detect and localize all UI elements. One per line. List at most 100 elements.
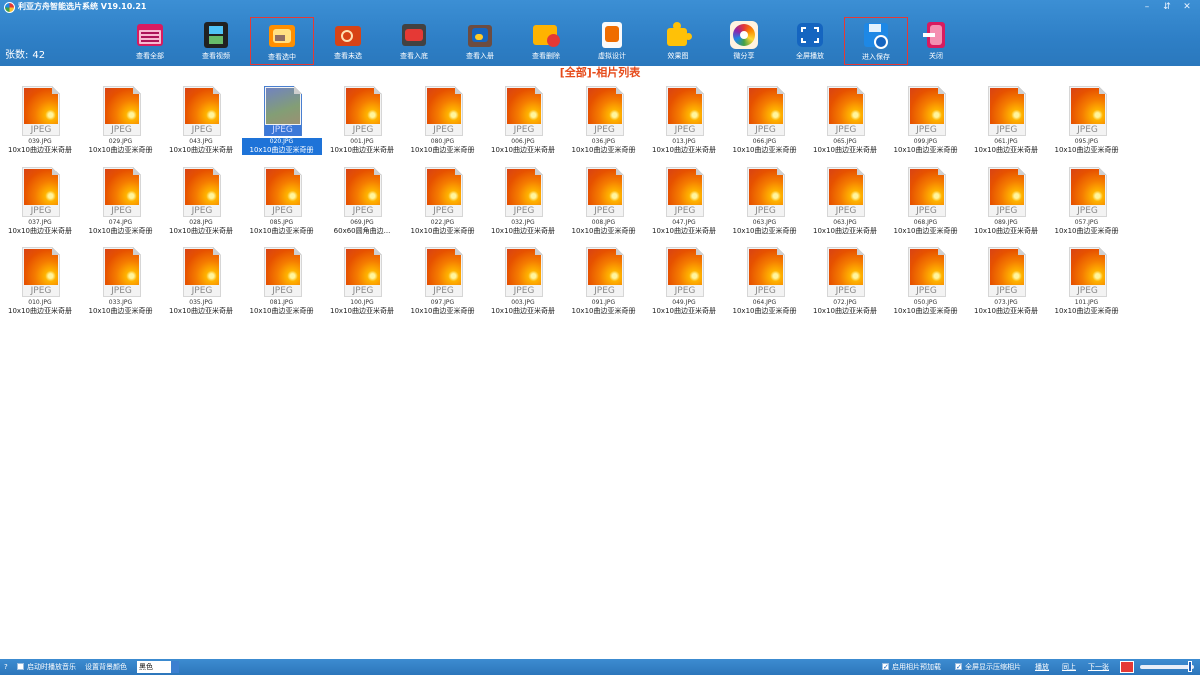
photo-tile[interactable]: JPEG 047.JPG 10x10曲边亚米奇册	[644, 163, 724, 241]
next-button[interactable]: 下一张	[1088, 659, 1109, 675]
photo-tile[interactable]: JPEG 080.JPG 10x10曲边亚米奇册	[403, 82, 483, 160]
page-fold	[535, 86, 543, 94]
previous-button[interactable]: 同上	[1062, 659, 1076, 675]
view-selected-button[interactable]: 查看选中	[250, 17, 314, 65]
fullscreen-compressed-option[interactable]: 全屏显示压缩相片	[955, 659, 1021, 675]
photo-tile[interactable]: JPEG 020.JPG 10x10曲边亚米奇册	[241, 82, 322, 160]
photo-tile[interactable]: JPEG 010.JPG 10x10曲边亚米奇册	[0, 243, 80, 321]
photo-tile[interactable]: JPEG 073.JPG 10x10曲边亚米奇册	[966, 243, 1046, 321]
photo-description: 10x10曲边亚米奇册	[330, 307, 394, 315]
jpeg-file-icon: JPEG	[183, 166, 221, 217]
film-clapper-icon	[399, 20, 429, 50]
page-fold	[132, 86, 141, 94]
photo-tile[interactable]: JPEG 063.JPG 10x10曲边亚米奇册	[805, 163, 885, 241]
play-button[interactable]: 播放	[1035, 659, 1049, 675]
save-disk-icon	[861, 21, 891, 51]
page-fold	[857, 86, 865, 94]
photo-tile[interactable]: JPEG 099.JPG 10x10曲边亚米奇册	[886, 82, 966, 160]
view-deleted-button[interactable]: 查看删除	[514, 17, 578, 65]
view-album-button[interactable]: 查看入册	[448, 17, 512, 65]
view-selected-label: 查看选中	[268, 53, 296, 61]
photo-tile[interactable]: JPEG 029.JPG 10x10曲边亚米奇册	[81, 82, 161, 160]
photo-tile[interactable]: JPEG 003.JPG 10x10曲边亚米奇册	[483, 243, 563, 321]
jpeg-file-icon: JPEG	[666, 166, 704, 217]
photo-tile[interactable]: JPEG 008.JPG 10x10曲边亚米奇册	[564, 163, 644, 241]
fullscreen-play-button[interactable]: 全屏播放	[778, 17, 842, 65]
music-option[interactable]: 启动时播放音乐	[17, 659, 76, 675]
photo-tile[interactable]: JPEG 035.JPG 10x10曲边亚米奇册	[161, 243, 241, 321]
preload-checkbox[interactable]	[882, 659, 889, 675]
view-all-button[interactable]: 查看全部	[118, 17, 182, 65]
photo-description: 10x10曲边亚米奇册	[249, 307, 314, 315]
view-video-button[interactable]: 查看视频	[184, 17, 248, 65]
photo-tile[interactable]: JPEG 066.JPG 10x10曲边亚米奇册	[725, 82, 805, 160]
view-unselected-button[interactable]: 查看未选	[316, 17, 380, 65]
file-type-label: JPEG	[433, 125, 454, 135]
photo-tile[interactable]: JPEG 013.JPG 10x10曲边亚米奇册	[644, 82, 724, 160]
photo-filename: 028.JPG	[189, 218, 213, 226]
page-fold	[213, 247, 221, 255]
photo-tile[interactable]: JPEG 064.JPG 10x10曲边亚米奇册	[725, 243, 805, 321]
photo-tile[interactable]: JPEG 101.JPG 10x10曲边亚米奇册	[1047, 243, 1127, 321]
photo-description: 10x10曲边亚米奇册	[88, 146, 153, 154]
jpeg-file-icon: JPEG	[424, 86, 463, 136]
jpeg-file-icon: JPEG	[1068, 86, 1107, 136]
photo-tile[interactable]: JPEG 036.JPG 10x10曲边亚米奇册	[564, 82, 644, 160]
zoom-slider[interactable]	[1140, 661, 1194, 672]
photo-tile[interactable]: JPEG 049.JPG 10x10曲边亚米奇册	[644, 243, 724, 321]
view-base-button[interactable]: 查看入底	[382, 17, 446, 65]
virtual-design-button[interactable]: 虚拟设计	[580, 17, 644, 65]
jpeg-file-icon: JPEG	[22, 247, 60, 297]
photo-description: 10x10曲边亚米奇册	[571, 307, 636, 315]
zoom-slider-handle[interactable]	[1188, 661, 1192, 672]
photo-tile[interactable]: JPEG 057.JPG 10x10曲边亚米奇册	[1047, 163, 1127, 241]
photo-tile[interactable]: JPEG 001.JPG 10x10曲边亚米奇册	[322, 82, 402, 160]
photo-tile[interactable]: JPEG 050.JPG 10x10曲边亚米奇册	[886, 243, 966, 321]
photo-tile[interactable]: JPEG 028.JPG 10x10曲边亚米奇册	[161, 163, 241, 241]
photo-tile[interactable]: JPEG 069.JPG 60x60圆角曲边...	[322, 163, 402, 241]
photo-tile[interactable]: JPEG 072.JPG 10x10曲边亚米奇册	[805, 243, 885, 321]
photo-tile[interactable]: JPEG 085.JPG 10x10曲边亚米奇册	[242, 163, 322, 241]
photo-description: 10x10曲边亚米奇册	[491, 226, 555, 235]
photo-tile[interactable]: JPEG 081.JPG 10x10曲边亚米奇册	[242, 243, 322, 321]
photo-filename: 043.JPG	[189, 138, 213, 145]
record-icon[interactable]	[1120, 661, 1134, 673]
photo-tile[interactable]: JPEG 091.JPG 10x10曲边亚米奇册	[564, 243, 644, 321]
photo-tile[interactable]: JPEG 100.JPG 10x10曲边亚米奇册	[322, 243, 402, 321]
help-button[interactable]: ?	[4, 659, 8, 675]
photo-tile[interactable]: JPEG 033.JPG 10x10曲边亚米奇册	[81, 243, 161, 321]
fullscreen-compressed-checkbox[interactable]	[955, 659, 962, 675]
page-fold	[52, 247, 60, 255]
music-checkbox[interactable]	[17, 663, 24, 670]
page-fold	[776, 86, 785, 94]
photo-tile[interactable]: JPEG 097.JPG 10x10曲边亚米奇册	[403, 243, 483, 321]
micro-share-button[interactable]: 微分享	[712, 17, 776, 65]
preload-option[interactable]: 启用相片预加载	[882, 659, 941, 675]
photo-tile[interactable]: JPEG 095.JPG 10x10曲边亚米奇册	[1047, 82, 1127, 160]
photo-tile[interactable]: JPEG 068.JPG 10x10曲边亚米奇册	[886, 163, 966, 241]
page-fold	[454, 166, 463, 175]
photo-tile[interactable]: JPEG 022.JPG 10x10曲边亚米奇册	[403, 163, 483, 241]
file-type-label: JPEG	[996, 205, 1018, 216]
close-button[interactable]: 关闭	[904, 17, 968, 65]
photo-tile[interactable]: JPEG 006.JPG 10x10曲边亚米奇册	[483, 82, 563, 160]
photo-tile[interactable]: JPEG 061.JPG 10x10曲边亚米奇册	[966, 82, 1046, 160]
save-button[interactable]: 进入保存	[844, 17, 908, 65]
photo-tile[interactable]: JPEG 043.JPG 10x10曲边亚米奇册	[161, 82, 241, 160]
close-window-button[interactable]: ✕	[1182, 1, 1192, 13]
photo-description: 10x10曲边亚米奇册	[652, 307, 716, 315]
photo-tile[interactable]: JPEG 037.JPG 10x10曲边亚米奇册	[0, 163, 80, 241]
photo-filename: 072.JPG	[833, 299, 857, 306]
photo-tile[interactable]: JPEG 063.JPG 10x10曲边亚米奇册	[725, 163, 805, 241]
minimize-button[interactable]: –	[1142, 1, 1152, 13]
photo-tile[interactable]: JPEG 089.JPG 10x10曲边亚米奇册	[966, 163, 1046, 241]
photo-tile[interactable]: JPEG 032.JPG 10x10曲边亚米奇册	[483, 163, 563, 241]
jpeg-file-icon: JPEG	[344, 166, 382, 217]
photo-tile[interactable]: JPEG 065.JPG 10x10曲边亚米奇册	[805, 82, 885, 160]
photo-tile[interactable]: JPEG 074.JPG 10x10曲边亚米奇册	[81, 163, 161, 241]
photo-tile[interactable]: JPEG 039.JPG 10x10曲边亚米奇册	[0, 82, 80, 160]
page-fold	[857, 166, 865, 175]
restore-button[interactable]: ⇵	[1162, 1, 1172, 13]
bg-color-select[interactable]: 黑色	[137, 661, 179, 673]
effect-image-button[interactable]: 效果图	[646, 17, 710, 65]
